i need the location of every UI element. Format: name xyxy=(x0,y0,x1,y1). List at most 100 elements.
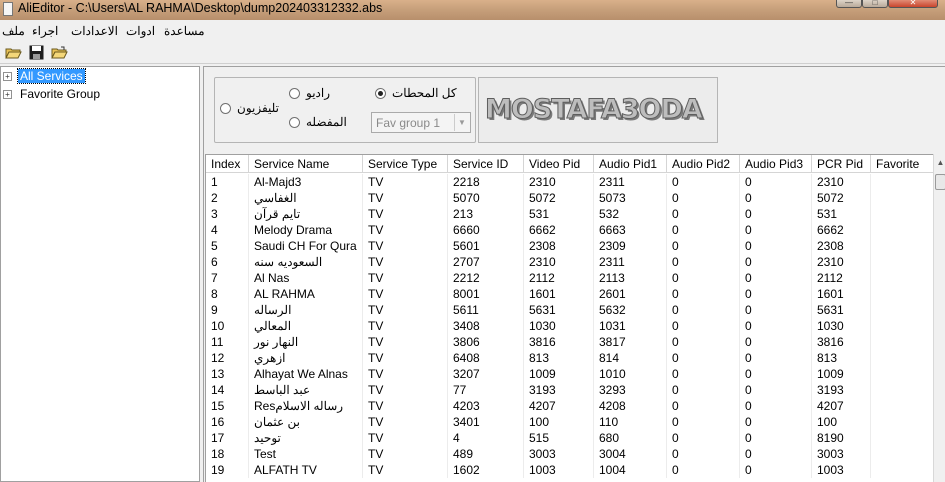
col-video-pid-cell: 813 xyxy=(524,350,594,366)
tree-item-label[interactable]: Favorite Group xyxy=(18,87,102,101)
col-service-id-cell: 3408 xyxy=(448,318,524,334)
menu-file[interactable]: ملف xyxy=(2,24,25,38)
expand-icon[interactable]: + xyxy=(3,71,12,81)
close-button[interactable]: ✕ xyxy=(888,0,938,8)
col-audio-pid2-cell: 0 xyxy=(667,398,740,414)
col-index-cell: 8 xyxy=(206,286,249,302)
tree-item-label[interactable]: All Services xyxy=(17,68,86,84)
col-audio-pid1-cell: 2309 xyxy=(594,238,667,254)
menu-tools[interactable]: ادوات xyxy=(126,24,155,38)
save-icon[interactable] xyxy=(27,44,45,61)
table-row[interactable]: 6 السعوديه سنه TV 2707 2310 2311 0 0 2310 xyxy=(206,254,934,270)
col-service-type-cell: TV xyxy=(363,190,448,206)
col-favorite-cell xyxy=(871,238,934,254)
open-icon[interactable] xyxy=(50,44,68,61)
col-service-name-cell: تايم قرآن xyxy=(249,206,363,222)
service-tree[interactable]: + All Services + Favorite Group xyxy=(0,66,200,482)
table-row[interactable]: 9 الرساله TV 5611 5631 5632 0 0 5631 xyxy=(206,302,934,318)
table-row[interactable]: 17 توحيد TV 4 515 680 0 0 8190 xyxy=(206,430,934,446)
col-audio-pid2-header[interactable]: Audio Pid2 xyxy=(667,155,740,173)
col-video-pid-cell: 1003 xyxy=(524,462,594,478)
col-favorite-header[interactable]: Favorite xyxy=(871,155,934,173)
col-audio-pid1-cell: 814 xyxy=(594,350,667,366)
logo-box: MOSTAFA3ODA xyxy=(478,77,718,143)
table-row[interactable]: 15 Resرساله الاسلام TV 4203 4207 4208 0 0 4207 xyxy=(206,398,934,414)
table-row[interactable]: 12 ازهري TV 6408 813 814 0 0 813 xyxy=(206,350,934,366)
radio-favorites[interactable]: المفضله xyxy=(289,115,347,129)
col-video-pid-cell: 2310 xyxy=(524,174,594,190)
col-service-type-cell: TV xyxy=(363,350,448,366)
scroll-thumb[interactable] xyxy=(935,174,945,190)
col-index-cell: 18 xyxy=(206,446,249,462)
col-pcr-pid-cell: 3003 xyxy=(812,446,871,462)
col-service-type-cell: TV xyxy=(363,414,448,430)
expand-icon[interactable]: + xyxy=(3,89,12,99)
radio-favorites-button[interactable] xyxy=(289,116,300,128)
col-index-cell: 3 xyxy=(206,206,249,222)
col-service-type-header[interactable]: Service Type xyxy=(363,155,448,173)
col-audio-pid1-cell: 3293 xyxy=(594,382,667,398)
table-row[interactable]: 10 المعالي TV 3408 1030 1031 0 0 1030 xyxy=(206,318,934,334)
table-row[interactable]: 4 Melody Drama TV 6660 6662 6663 0 0 6662 xyxy=(206,222,934,238)
col-service-name-cell: Test xyxy=(249,446,363,462)
table-row[interactable]: 3 تايم قرآن TV 213 531 532 0 0 531 xyxy=(206,206,934,222)
vertical-scrollbar[interactable]: ▲ xyxy=(933,154,945,482)
col-service-id-cell: 5070 xyxy=(448,190,524,206)
radio-all[interactable]: كل المحطات xyxy=(375,86,457,100)
table-row[interactable]: 8 AL RAHMA TV 8001 1601 2601 0 0 1601 xyxy=(206,286,934,302)
table-row[interactable]: 11 النهار نور TV 3806 3816 3817 0 0 3816 xyxy=(206,334,934,350)
radio-radio-button[interactable] xyxy=(289,87,300,99)
col-audio-pid2-cell: 0 xyxy=(667,174,740,190)
menu-help[interactable]: مساعدة xyxy=(164,24,205,38)
col-video-pid-cell: 1601 xyxy=(524,286,594,302)
table-row[interactable]: 7 Al Nas TV 2212 2112 2113 0 0 2112 xyxy=(206,270,934,286)
menu-action[interactable]: اجراء xyxy=(32,24,58,38)
table-row[interactable]: 16 بن عثمان TV 3401 100 110 0 0 100 xyxy=(206,414,934,430)
scroll-up-icon[interactable]: ▲ xyxy=(934,154,945,170)
fav-group-select[interactable]: Fav group 1 ▼ xyxy=(371,112,471,133)
col-index-cell: 16 xyxy=(206,414,249,430)
table-row[interactable]: 14 عبد الباسط TV 77 3193 3293 0 0 3193 xyxy=(206,382,934,398)
table-row[interactable]: 5 Saudi CH For Qura TV 5601 2308 2309 0 0 2308 xyxy=(206,238,934,254)
table-row[interactable]: 2 الغفاسي TV 5070 5072 5073 0 0 5072 xyxy=(206,190,934,206)
menu-settings[interactable]: الاعدادات xyxy=(71,24,118,38)
table-row[interactable]: 18 Test TV 489 3003 3004 0 0 3003 xyxy=(206,446,934,462)
table-row[interactable]: 19 ALFATH TV TV 1602 1003 1004 0 0 1003 xyxy=(206,462,934,478)
col-audio-pid3-cell: 0 xyxy=(740,190,812,206)
col-favorite-cell xyxy=(871,446,934,462)
col-audio-pid3-cell: 0 xyxy=(740,286,812,302)
radio-tv[interactable]: تليفزيون xyxy=(220,101,279,115)
col-pcr-pid-header[interactable]: PCR Pid xyxy=(812,155,871,173)
col-service-id-header[interactable]: Service ID xyxy=(448,155,524,173)
col-audio-pid2-cell: 0 xyxy=(667,414,740,430)
col-service-id-cell: 2212 xyxy=(448,270,524,286)
open-folder-icon[interactable] xyxy=(4,44,22,61)
chevron-down-icon[interactable]: ▼ xyxy=(454,114,469,131)
radio-all-button[interactable] xyxy=(375,87,386,99)
col-index-cell: 13 xyxy=(206,366,249,382)
col-favorite-cell xyxy=(871,174,934,190)
table-row[interactable]: 1 Al-Majd3 TV 2218 2310 2311 0 0 2310 xyxy=(206,174,934,190)
col-index-header[interactable]: Index xyxy=(206,155,249,173)
col-audio-pid1-header[interactable]: Audio Pid1 xyxy=(594,155,667,173)
col-video-pid-cell: 5072 xyxy=(524,190,594,206)
col-video-pid-header[interactable]: Video Pid xyxy=(524,155,594,173)
col-audio-pid1-cell: 1004 xyxy=(594,462,667,478)
col-audio-pid1-cell: 5632 xyxy=(594,302,667,318)
tree-item-favorite-group[interactable]: + Favorite Group xyxy=(3,86,102,102)
minimize-button[interactable]: — xyxy=(836,0,862,8)
col-service-name-header[interactable]: Service Name xyxy=(249,155,363,173)
col-index-cell: 2 xyxy=(206,190,249,206)
col-service-name-cell: Resرساله الاسلام xyxy=(249,398,363,414)
col-favorite-cell xyxy=(871,286,934,302)
col-audio-pid2-cell: 0 xyxy=(667,190,740,206)
col-service-id-cell: 5611 xyxy=(448,302,524,318)
services-table[interactable]: Index Service Name Service Type Service ID V… xyxy=(205,154,934,482)
maximize-button[interactable]: □ xyxy=(862,0,888,8)
col-audio-pid3-header[interactable]: Audio Pid3 xyxy=(740,155,812,173)
col-audio-pid2-cell: 0 xyxy=(667,446,740,462)
radio-tv-button[interactable] xyxy=(220,102,231,114)
table-row[interactable]: 13 Alhayat We Alnas TV 3207 1009 1010 0 0 1009 xyxy=(206,366,934,382)
tree-item-all-services[interactable]: + All Services xyxy=(3,68,86,84)
radio-radio[interactable]: راديو xyxy=(289,86,330,100)
